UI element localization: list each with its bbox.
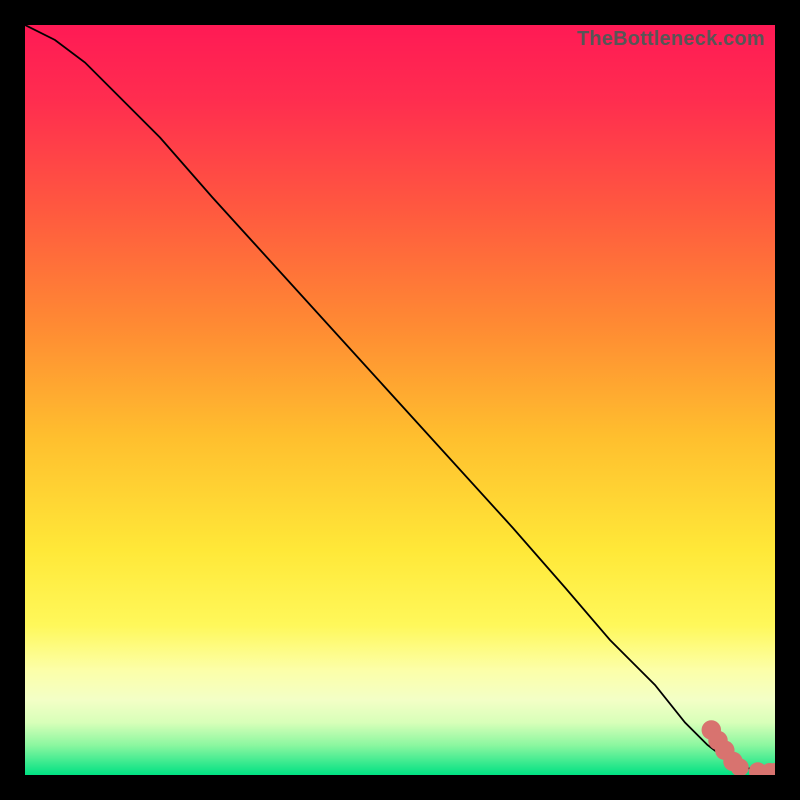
scatter-pill (648, 636, 667, 659)
scatter-pill (689, 696, 704, 715)
scatter-pill (674, 674, 685, 689)
chart-overlay (25, 25, 775, 775)
scatter-dots (702, 720, 775, 775)
plot-area: TheBottleneck.com (25, 25, 775, 775)
scatter-pill (614, 591, 640, 621)
scatter-pill (565, 535, 610, 588)
chart-stage: TheBottleneck.com (0, 0, 800, 800)
curve-line (25, 25, 775, 774)
scatter-pills (565, 535, 704, 715)
